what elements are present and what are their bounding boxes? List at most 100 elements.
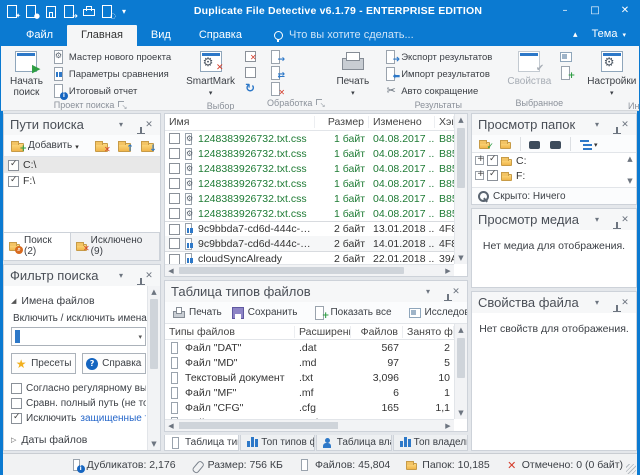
explore-button[interactable]: Исследовать [405,305,468,321]
panel-menu-icon[interactable]: ▾ [590,120,604,129]
tell-me-box[interactable]: Что вы хотите сделать... [274,29,414,46]
clear-marks-button[interactable] [241,65,259,80]
tab-view[interactable]: Вид [137,25,185,46]
drive-checkbox[interactable] [487,155,498,166]
find-next-button[interactable] [526,137,544,151]
column-name[interactable]: Имя [165,116,315,128]
presets-button[interactable]: ★ Пресеты [11,353,76,374]
close-icon[interactable]: ✕ [142,271,156,281]
file-row[interactable]: ⚙1248383926732.txt.css 1 байт 04.08.2017… [165,146,454,161]
new-project-wizard-button[interactable]: ⚙ Мастер нового проекта [49,49,174,65]
tree-row-drive[interactable]: F: [472,168,636,183]
close-icon[interactable]: ✕ [618,298,632,308]
column-hash[interactable]: Хэш [435,116,454,128]
preview-icon[interactable]: ◌ [101,5,115,18]
invert-marks-button[interactable]: ↻ [241,81,259,96]
file-checkbox[interactable] [169,148,180,159]
save-icon[interactable] [44,5,58,18]
close-icon[interactable]: ✕ [618,120,632,130]
scroll-down-icon[interactable]: ▼ [455,407,467,419]
file-row[interactable]: ⚙1248383926732.txt.css 1 байт 04.08.2017… [165,191,454,206]
start-search-button[interactable]: ▶ Начатьпоиск [6,48,47,100]
move-files-button[interactable]: ⇄ [267,65,285,80]
theme-button[interactable]: Тема [588,28,640,46]
checkbox[interactable] [11,383,22,394]
column-extension[interactable]: Расширение [295,326,351,338]
file-checkbox[interactable] [169,254,180,265]
save-types-button[interactable]: Сохранить [228,305,301,321]
section-file-dates[interactable]: ▷ Даты файлов [11,434,146,446]
scroll-right-icon[interactable]: ▶ [442,265,454,276]
close-icon[interactable]: ✕ [142,120,156,130]
file-row[interactable]: ⚙1248383926732.txt.css 1 байт 04.08.2017… [165,131,454,146]
tab-search-paths[interactable]: ⌕ Поиск (2) [4,233,71,260]
panel-menu-icon[interactable]: ▾ [421,287,435,296]
show-all-button[interactable]: +Показать все [310,305,394,321]
type-row[interactable]: Файл "DAT" .dat 567 2 [165,340,454,355]
summary-report-button[interactable]: i Итоговый отчет [49,83,174,99]
tree-options-button[interactable] [576,137,601,151]
delete-files-button[interactable]: ✕ [267,81,285,96]
close-icon[interactable]: ✕ [449,287,463,297]
unmark-all-button[interactable]: ✕ [241,49,259,64]
scroll-up-icon[interactable]: ▲ [455,324,467,336]
print-icon[interactable] [82,5,96,18]
auto-reduce-button[interactable]: ✂ Авто сокращение [381,83,495,99]
column-modified[interactable]: Изменено [369,116,435,128]
tab-top-owners[interactable]: Топ владель... [393,435,468,451]
column-used[interactable]: Занято фай [403,326,454,338]
scroll-left-icon[interactable]: ◀ [165,265,177,276]
file-checkbox[interactable] [169,193,180,204]
panel-menu-icon[interactable]: ▾ [114,120,128,129]
resize-grip[interactable] [626,464,636,474]
maximize-button[interactable]: □ [580,0,610,22]
scroll-down-icon[interactable]: ▼ [455,252,467,264]
file-checkbox[interactable] [169,208,180,219]
scroll-up-icon[interactable]: ▲ [148,286,160,298]
path-row[interactable]: C:\ [4,157,160,173]
scroll-up-icon[interactable]: ▲ [455,114,467,126]
collapse-ribbon-button[interactable] [573,29,588,46]
file-row[interactable]: cloudSyncAlready 2 байт 22.01.2018 ... 3… [165,251,454,264]
scroll-right-icon[interactable]: ▶ [442,420,454,431]
new-project-icon[interactable]: ✦ [6,5,20,18]
remove-path-button[interactable]: ✕ [92,138,112,154]
copy-selected-button[interactable]: + [557,65,575,80]
type-row[interactable]: Файл "MF" .mf 6 1 [165,385,454,400]
properties-button[interactable]: ✔ Свойства [503,48,555,89]
find-button[interactable] [547,137,565,151]
file-row[interactable]: 9c9bbda7-cd6d-444c-8961-7... 2 байт 13.0… [165,221,454,236]
file-checkbox[interactable] [169,133,180,144]
expand-icon[interactable] [475,171,484,180]
dialog-launcher-icon[interactable] [316,99,324,107]
print-types-button[interactable]: Печать [169,305,225,321]
types-vscrollbar[interactable]: ▲ ▼ [454,324,467,419]
type-row[interactable]: Файл "CFG" .cfg 165 1,1 [165,400,454,415]
tab-home[interactable]: Главная [67,25,137,46]
column-file-types[interactable]: Типы файлов [165,326,295,338]
path-row[interactable]: F:\ [4,173,160,189]
file-checkbox[interactable] [169,163,180,174]
scroll-down-icon[interactable]: ▼ [148,438,160,450]
print-button[interactable]: Печать [332,48,373,101]
add-path-button[interactable]: + Добавить [8,138,82,154]
close-button[interactable]: ✕ [610,0,640,22]
panel-menu-icon[interactable]: ▾ [114,271,128,280]
results-hscrollbar[interactable]: ◀ ▶ [165,264,454,276]
name-filter-input[interactable]: ▾ [11,327,146,346]
column-files[interactable]: Файлов [351,326,403,338]
scroll-left-icon[interactable]: ◀ [165,420,177,431]
tab-excluded-paths[interactable]: ✕ Исключено (9) [71,233,160,260]
expand-icon[interactable] [475,156,484,165]
full-path-checkbox-row[interactable]: Сравн. полный путь (не только и [11,398,146,409]
dialog-launcher-icon[interactable] [118,101,126,109]
move-path-down-button[interactable]: ↓ [138,138,158,154]
file-row[interactable]: ⚙1248383926732.txt.css 1 байт 04.08.2017… [165,206,454,221]
file-row[interactable]: 9c9bbda7-cd6d-444c-8961-7... 2 байт 14.0… [165,236,454,251]
filter-scrollbar[interactable]: ▲ ▼ [147,286,160,450]
protected-types-link[interactable]: защищенные типы фа [80,413,146,424]
tab-owners-table[interactable]: Таблица вла... [316,435,392,451]
checkbox[interactable] [11,398,22,409]
check-all-folders-button[interactable]: ✓ [476,137,494,151]
move-path-up-button[interactable]: ↑ [115,138,135,154]
